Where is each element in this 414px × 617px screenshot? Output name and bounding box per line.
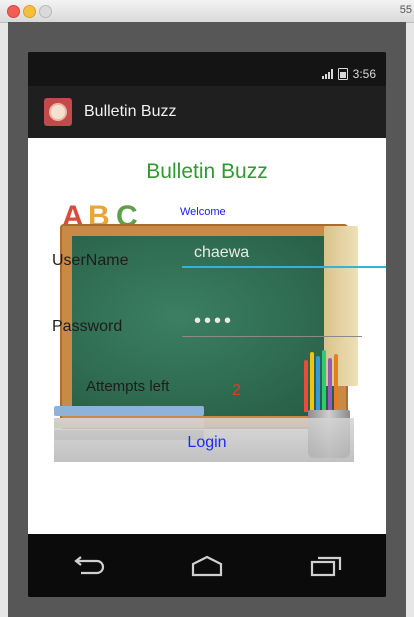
app-logo-icon bbox=[44, 98, 72, 126]
login-button[interactable]: Login bbox=[28, 434, 386, 452]
action-bar: Bulletin Buzz bbox=[28, 86, 386, 138]
username-label: UserName bbox=[52, 252, 129, 269]
battery-icon bbox=[337, 68, 348, 80]
zoom-window-button[interactable] bbox=[39, 5, 52, 18]
emulator-titlebar: 55 bbox=[0, 0, 414, 23]
home-button[interactable] bbox=[177, 546, 237, 586]
status-time: 3:56 bbox=[352, 67, 376, 81]
username-field[interactable]: chaewa bbox=[194, 244, 249, 262]
password-field-underline bbox=[182, 336, 362, 337]
page-heading: Bulletin Buzz bbox=[146, 160, 268, 183]
attempts-left-label: Attempts left bbox=[86, 378, 170, 395]
recents-button[interactable] bbox=[296, 546, 356, 586]
signal-icon bbox=[321, 69, 333, 79]
password-label: Password bbox=[52, 318, 123, 335]
password-field[interactable]: •••• bbox=[194, 310, 234, 333]
status-bar: 3:56 bbox=[28, 52, 386, 86]
app-title: Bulletin Buzz bbox=[84, 103, 177, 120]
minimize-window-button[interactable] bbox=[23, 5, 36, 18]
navigation-bar bbox=[28, 534, 386, 597]
username-field-underline bbox=[182, 266, 386, 268]
back-icon bbox=[73, 555, 104, 574]
window-title-fragment: 55 bbox=[399, 4, 412, 16]
recents-icon bbox=[311, 556, 342, 576]
close-window-button[interactable] bbox=[7, 5, 20, 18]
login-screen: A B C Bulletin Buzz Welcome UserName cha… bbox=[28, 138, 386, 534]
android-device: 3:56 Bulletin Buzz A B C Bulletin Buzz W… bbox=[28, 52, 386, 597]
attempts-left-count: 2 bbox=[232, 382, 241, 399]
welcome-text: Welcome bbox=[180, 206, 226, 218]
pencils-decoration bbox=[302, 350, 346, 412]
back-button[interactable] bbox=[58, 546, 118, 586]
home-icon bbox=[191, 555, 223, 576]
